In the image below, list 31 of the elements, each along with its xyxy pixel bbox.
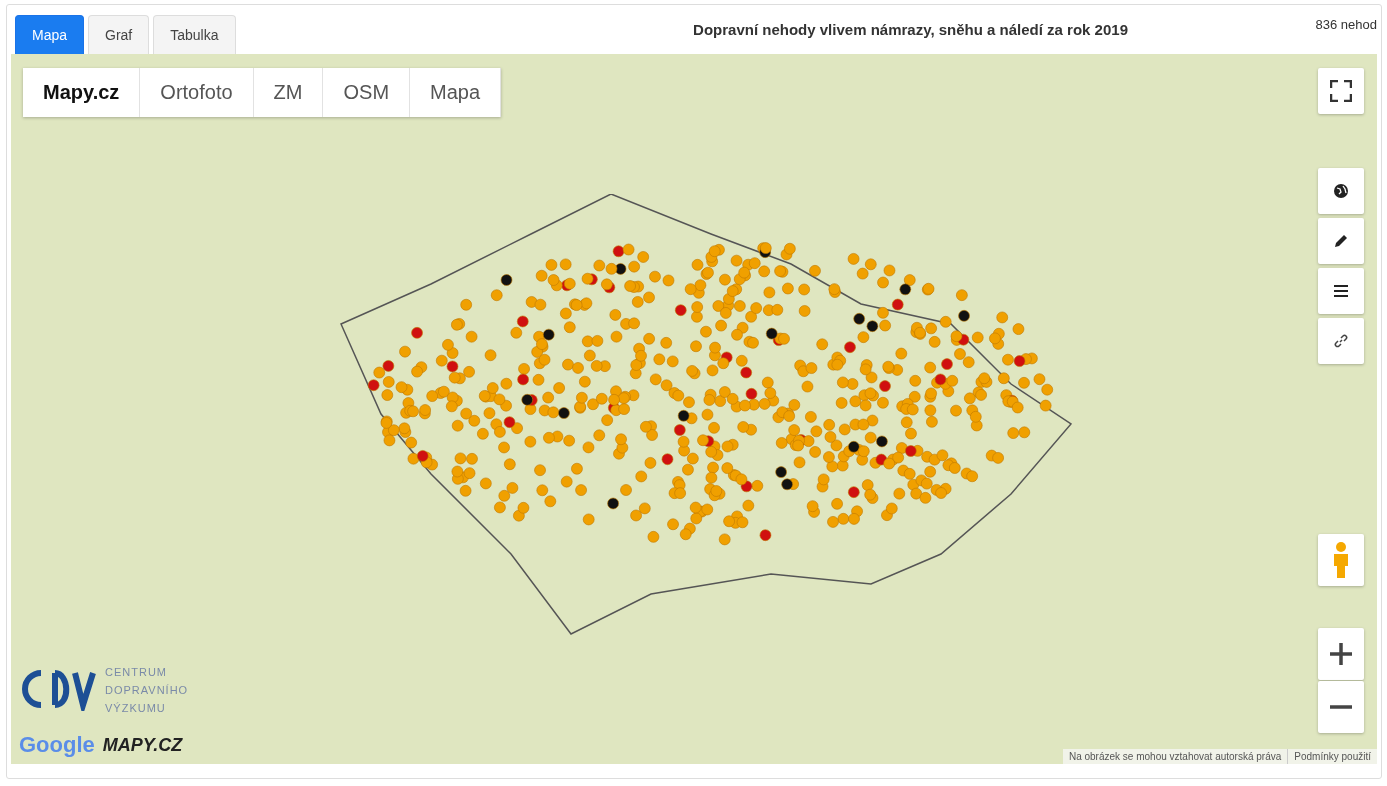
- map-layer-button[interactable]: Mapy.cz: [23, 68, 141, 117]
- logo-text: DOPRAVNÍHO: [105, 684, 189, 696]
- person-icon: [1331, 541, 1351, 579]
- map-title: Dopravní nehody vlivem námrazy, sněhu a náledí za rok 2019: [692, 21, 1129, 38]
- logo-text: CENTRUM: [105, 666, 167, 678]
- globe-button[interactable]: [1318, 168, 1364, 214]
- link-icon: [1333, 333, 1349, 349]
- zoom-in-button[interactable]: [1318, 628, 1364, 680]
- minus-icon: [1330, 705, 1352, 709]
- attribution-link[interactable]: Na obrázek se mohou vztahovat autorská práva: [1062, 749, 1288, 764]
- zoom-out-button[interactable]: [1318, 681, 1364, 733]
- view-tab[interactable]: Mapa: [15, 15, 85, 54]
- logo-text: VÝZKUMU: [105, 702, 166, 714]
- accident-count: 836 nehod: [1315, 17, 1377, 32]
- plus-icon: [1330, 643, 1352, 665]
- pencil-icon: [1333, 233, 1349, 249]
- menu-button[interactable]: [1318, 268, 1364, 314]
- map-layer-button[interactable]: ZM: [253, 68, 324, 117]
- draw-button[interactable]: [1318, 218, 1364, 264]
- provider-logo: Google: [19, 732, 95, 758]
- view-tab[interactable]: Graf: [88, 15, 150, 54]
- logo-icon: [19, 667, 99, 711]
- menu-icon: [1334, 285, 1348, 297]
- view-tab[interactable]: Tabulka: [153, 15, 236, 54]
- map-layer-button[interactable]: OSM: [323, 68, 411, 117]
- fullscreen-icon: [1330, 80, 1352, 102]
- attribution-link[interactable]: Podmínky použití: [1287, 749, 1377, 764]
- map-layer-button[interactable]: Ortofoto: [140, 68, 254, 117]
- map-layer-button[interactable]: Mapa: [410, 68, 502, 117]
- fullscreen-button[interactable]: [1318, 68, 1364, 114]
- provider-logo: MAPY.CZ: [102, 734, 183, 756]
